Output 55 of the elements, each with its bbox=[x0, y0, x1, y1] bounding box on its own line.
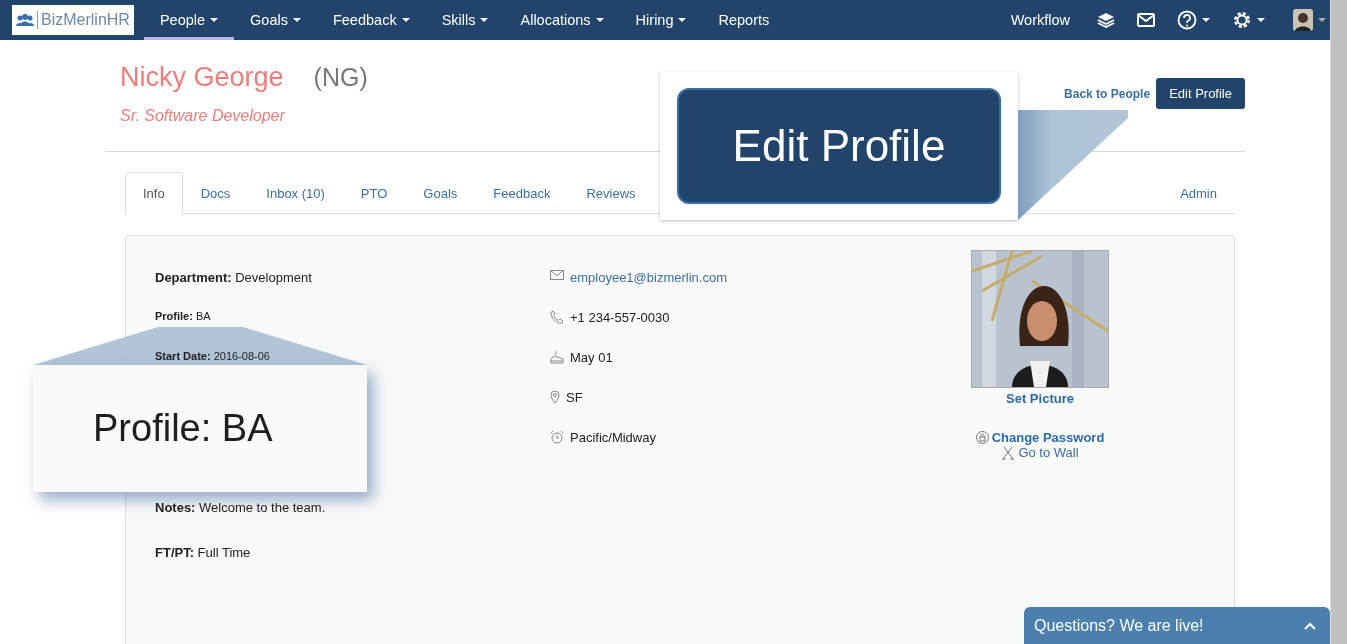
avatar-icon bbox=[1293, 9, 1313, 31]
crossed-tools-icon bbox=[1001, 445, 1016, 460]
alarm-clock-icon bbox=[550, 430, 564, 444]
job-title: Sr. Software Developer bbox=[120, 107, 287, 125]
contact-detail: SF bbox=[566, 390, 583, 405]
settings-menu[interactable] bbox=[1232, 10, 1265, 30]
detail-field: FT/PT: Full Time bbox=[155, 545, 550, 585]
help-menu[interactable] bbox=[1177, 10, 1210, 30]
edit-profile-button[interactable]: Edit Profile bbox=[1156, 78, 1245, 109]
back-link[interactable]: Back to People bbox=[1064, 87, 1151, 101]
employee-name: Nicky George bbox=[120, 62, 284, 93]
scrollbar[interactable] bbox=[1330, 0, 1347, 644]
phone-icon bbox=[550, 310, 564, 324]
contact-detail: May 01 bbox=[570, 350, 613, 365]
email-link[interactable]: employee1@bizmerlin.com bbox=[570, 270, 727, 285]
profile-tab[interactable]: Reviews bbox=[568, 172, 654, 214]
detail-field: Profile: BA bbox=[155, 310, 550, 350]
go-to-wall-link[interactable]: Go to Wall bbox=[1018, 445, 1079, 460]
profile-tab[interactable]: Feedback bbox=[475, 172, 569, 214]
nav-menu-item[interactable]: Hiring bbox=[619, 0, 703, 40]
profile-tab[interactable]: PTO bbox=[342, 172, 406, 214]
mail-icon[interactable] bbox=[1137, 13, 1155, 27]
profile-tab[interactable]: Docs bbox=[182, 172, 249, 214]
logo-text: BizMerlinHR bbox=[37, 11, 130, 29]
cake-icon bbox=[550, 350, 564, 364]
chevron-up-icon bbox=[1304, 621, 1316, 630]
profile-tab[interactable]: Goals bbox=[405, 172, 476, 214]
profile-tab[interactable]: Info bbox=[125, 172, 183, 214]
nav-menu-item[interactable]: Feedback bbox=[316, 0, 426, 40]
lock-icon bbox=[975, 431, 989, 444]
map-pin-icon bbox=[550, 390, 560, 404]
workflow-link[interactable]: Workflow bbox=[994, 0, 1086, 40]
chat-prompt: Questions? We are live! bbox=[1034, 616, 1204, 635]
set-picture-link[interactable]: Set Picture bbox=[1006, 391, 1074, 406]
contact-detail: Pacific/Midway bbox=[570, 430, 656, 445]
settings-icon bbox=[1232, 10, 1252, 30]
layers-icon[interactable] bbox=[1097, 12, 1115, 28]
magnified-profile-text: Profile: BA bbox=[33, 365, 367, 492]
nav-menu-item[interactable]: People bbox=[143, 0, 235, 40]
nav-menu-item[interactable]: Goals bbox=[234, 0, 317, 40]
help-icon bbox=[1177, 10, 1197, 30]
logo[interactable]: BizMerlinHR bbox=[12, 5, 134, 35]
profile-tab[interactable]: Admin bbox=[1162, 172, 1235, 214]
nav-menu-item[interactable]: Reports bbox=[702, 0, 786, 40]
employee-initials: (NG) bbox=[313, 63, 368, 92]
detail-field: Notes: Welcome to the team. bbox=[155, 500, 550, 540]
contact-detail: +1 234-557-0030 bbox=[570, 310, 670, 325]
change-password-link[interactable]: Change Password bbox=[991, 430, 1105, 445]
profile-tab[interactable]: Inbox (10) bbox=[248, 172, 343, 214]
detail-field: Department: Development bbox=[155, 270, 550, 310]
people-icon bbox=[16, 13, 34, 27]
nav-menu-item[interactable]: Skills bbox=[425, 0, 505, 40]
live-chat-bar[interactable]: Questions? We are live! bbox=[1024, 607, 1330, 644]
nav-menu-item[interactable]: Allocations bbox=[504, 0, 620, 40]
mail-icon bbox=[550, 270, 564, 280]
